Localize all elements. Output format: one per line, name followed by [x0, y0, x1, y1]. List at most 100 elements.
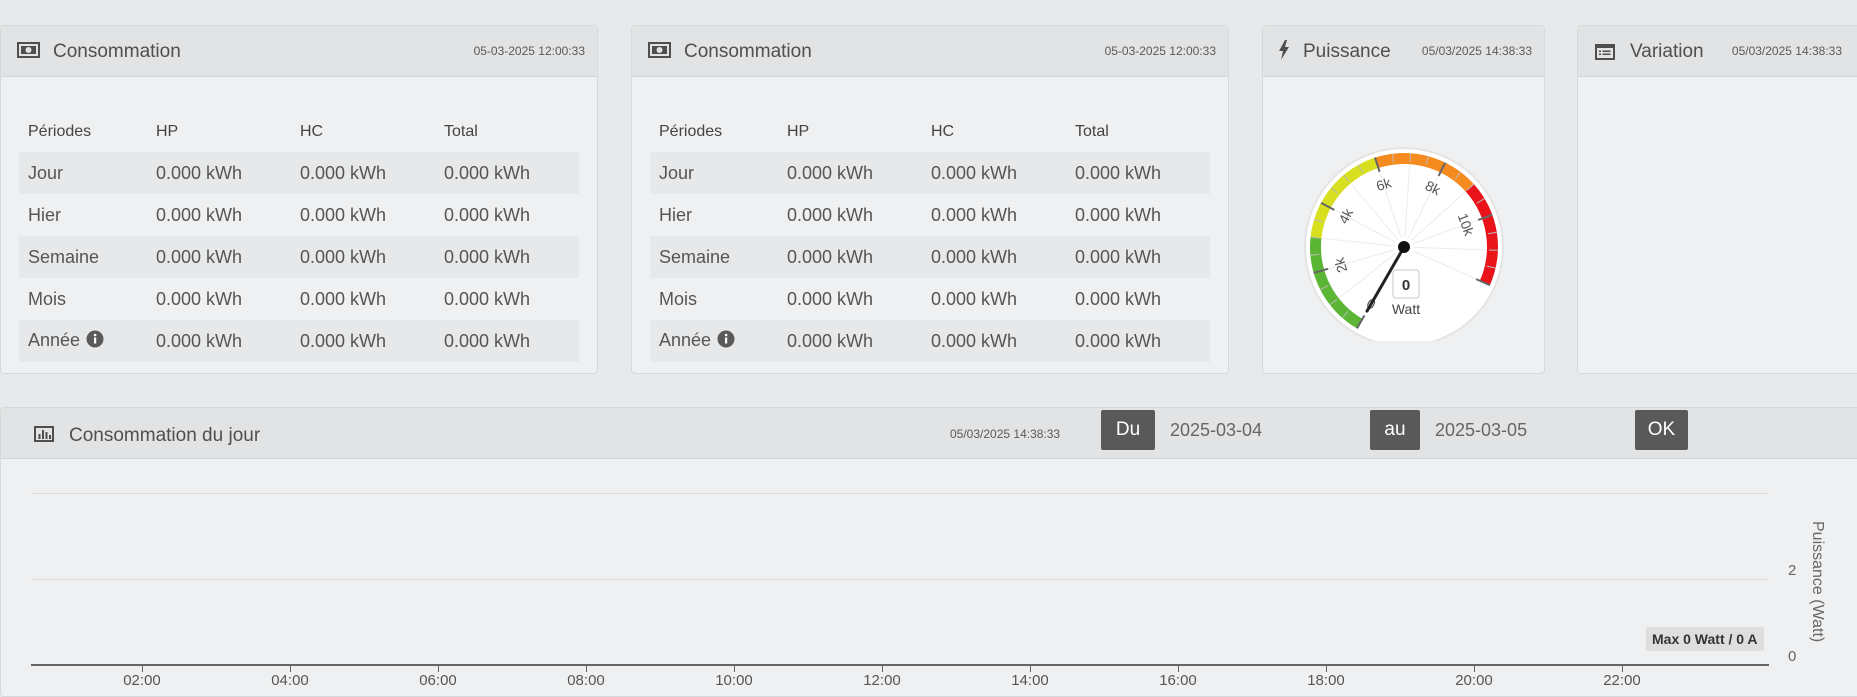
panel-timestamp: 05-03-2025 12:00:33: [1105, 44, 1216, 58]
date-to-label: au: [1370, 410, 1420, 450]
x-tick-label: 14:00: [1000, 672, 1060, 689]
consumption-table: Périodes HP HC Total Jour0.000 kWh0.000 …: [19, 112, 579, 362]
hc-value: 0.000 kWh: [291, 194, 435, 236]
total-value: 0.000 kWh: [435, 320, 579, 362]
panel-header: Puissance 05/03/2025 14:38:33: [1263, 26, 1544, 77]
gauge-tick: [1410, 153, 1411, 162]
x-tick-mark: [1178, 664, 1179, 672]
consumption-panel-2: Consommation 05-03-2025 12:00:33 Période…: [631, 25, 1229, 374]
row-label: Année: [659, 330, 711, 350]
consumption-panel-1: Consommation 05-03-2025 12:00:33 Période…: [0, 25, 598, 374]
col-header-periods: Périodes: [650, 112, 778, 152]
banknote-icon: [648, 42, 671, 63]
gridline-top: [31, 493, 1769, 494]
row-label-cell: Année: [19, 320, 147, 362]
hp-value: 0.000 kWh: [778, 320, 922, 362]
x-tick-label: 22:00: [1592, 672, 1652, 689]
gauge-unit: Watt: [1392, 301, 1420, 317]
x-tick-mark: [586, 664, 587, 672]
daily-consumption-panel: Consommation du jour 05/03/2025 14:38:33: [0, 407, 1857, 697]
power-gauge: 02k4k6k8k10k 0 Watt: [1263, 81, 1546, 341]
x-tick-mark: [882, 664, 883, 672]
power-panel: Puissance 05/03/2025 14:38:33 02k4k6k8k1…: [1262, 25, 1545, 374]
table-row: Semaine0.000 kWh0.000 kWh0.000 kWh: [650, 236, 1210, 278]
panel-timestamp: 05/03/2025 14:38:33: [1732, 44, 1842, 58]
x-tick-mark: [734, 664, 735, 672]
x-tick-mark: [142, 664, 143, 672]
total-value: 0.000 kWh: [435, 152, 579, 194]
ok-button[interactable]: OK: [1635, 410, 1688, 450]
x-tick-mark: [438, 664, 439, 672]
x-tick-label: 18:00: [1296, 672, 1356, 689]
hp-value: 0.000 kWh: [147, 278, 291, 320]
variation-panel: Variation 05/03/2025 14:38:33: [1577, 25, 1857, 374]
max-badge: Max 0 Watt / 0 A: [1646, 627, 1764, 651]
hc-value: 0.000 kWh: [922, 320, 1066, 362]
table-row: Année0.000 kWh0.000 kWh0.000 kWh: [650, 320, 1210, 362]
date-from-label: Du: [1101, 410, 1155, 450]
x-tick-label: 10:00: [704, 672, 764, 689]
total-value: 0.000 kWh: [435, 236, 579, 278]
table-row: Semaine0.000 kWh0.000 kWh0.000 kWh: [19, 236, 579, 278]
x-tick-mark: [1622, 664, 1623, 672]
hp-value: 0.000 kWh: [147, 320, 291, 362]
x-tick-label: 06:00: [408, 672, 468, 689]
x-tick-label: 04:00: [260, 672, 320, 689]
panel-title: Consommation du jour: [69, 425, 260, 447]
total-value: 0.000 kWh: [435, 278, 579, 320]
date-from-input[interactable]: 2025-03-04: [1154, 410, 1362, 450]
row-label: Semaine: [19, 236, 147, 278]
row-label: Jour: [19, 152, 147, 194]
table-row: Mois0.000 kWh0.000 kWh0.000 kWh: [650, 278, 1210, 320]
row-label: Jour: [650, 152, 778, 194]
row-label: Hier: [19, 194, 147, 236]
x-tick-mark: [290, 664, 291, 672]
x-tick-label: 20:00: [1444, 672, 1504, 689]
lightning-icon: [1278, 40, 1290, 65]
list-window-icon: [1595, 44, 1615, 65]
col-header-total: Total: [435, 112, 579, 152]
total-value: 0.000 kWh: [1066, 236, 1210, 278]
panel-timestamp: 05/03/2025 14:38:33: [950, 427, 1060, 441]
col-header-hp: HP: [147, 112, 291, 152]
hp-value: 0.000 kWh: [147, 152, 291, 194]
info-icon[interactable]: [717, 330, 735, 353]
table-row: Hier0.000 kWh0.000 kWh0.000 kWh: [19, 194, 579, 236]
row-label: Année: [28, 330, 80, 350]
x-tick-label: 02:00: [112, 672, 172, 689]
hc-value: 0.000 kWh: [291, 236, 435, 278]
table-row: Jour0.000 kWh0.000 kWh0.000 kWh: [650, 152, 1210, 194]
y-tick-0: 0: [1788, 648, 1796, 665]
hp-value: 0.000 kWh: [778, 152, 922, 194]
table-row: Jour0.000 kWh0.000 kWh0.000 kWh: [19, 152, 579, 194]
hp-value: 0.000 kWh: [778, 236, 922, 278]
y-tick-2: 2: [1788, 562, 1796, 579]
panel-title: Variation: [1630, 41, 1704, 63]
gauge-value: 0: [1402, 277, 1410, 294]
hp-value: 0.000 kWh: [778, 278, 922, 320]
row-label: Semaine: [650, 236, 778, 278]
row-label: Mois: [650, 278, 778, 320]
total-value: 0.000 kWh: [1066, 194, 1210, 236]
panel-title: Puissance: [1303, 41, 1391, 63]
panel-header: Consommation 05-03-2025 12:00:33: [1, 26, 597, 77]
panel-title: Consommation: [684, 41, 812, 63]
total-value: 0.000 kWh: [1066, 152, 1210, 194]
x-tick-label: 08:00: [556, 672, 616, 689]
hp-value: 0.000 kWh: [147, 236, 291, 278]
hc-value: 0.000 kWh: [922, 152, 1066, 194]
x-axis-line: [31, 664, 1769, 666]
total-value: 0.000 kWh: [1066, 278, 1210, 320]
table-row: Année0.000 kWh0.000 kWh0.000 kWh: [19, 320, 579, 362]
date-to-input[interactable]: 2025-03-05: [1419, 410, 1627, 450]
row-label: Mois: [19, 278, 147, 320]
x-tick-label: 16:00: [1148, 672, 1208, 689]
hp-value: 0.000 kWh: [778, 194, 922, 236]
gauge-hub: [1398, 241, 1410, 253]
panel-header: Variation 05/03/2025 14:38:33: [1578, 26, 1857, 77]
table-row: Mois0.000 kWh0.000 kWh0.000 kWh: [19, 278, 579, 320]
x-tick-label: 12:00: [852, 672, 912, 689]
panel-timestamp: 05-03-2025 12:00:33: [474, 44, 585, 58]
panel-timestamp: 05/03/2025 14:38:33: [1422, 44, 1532, 58]
info-icon[interactable]: [86, 330, 104, 353]
